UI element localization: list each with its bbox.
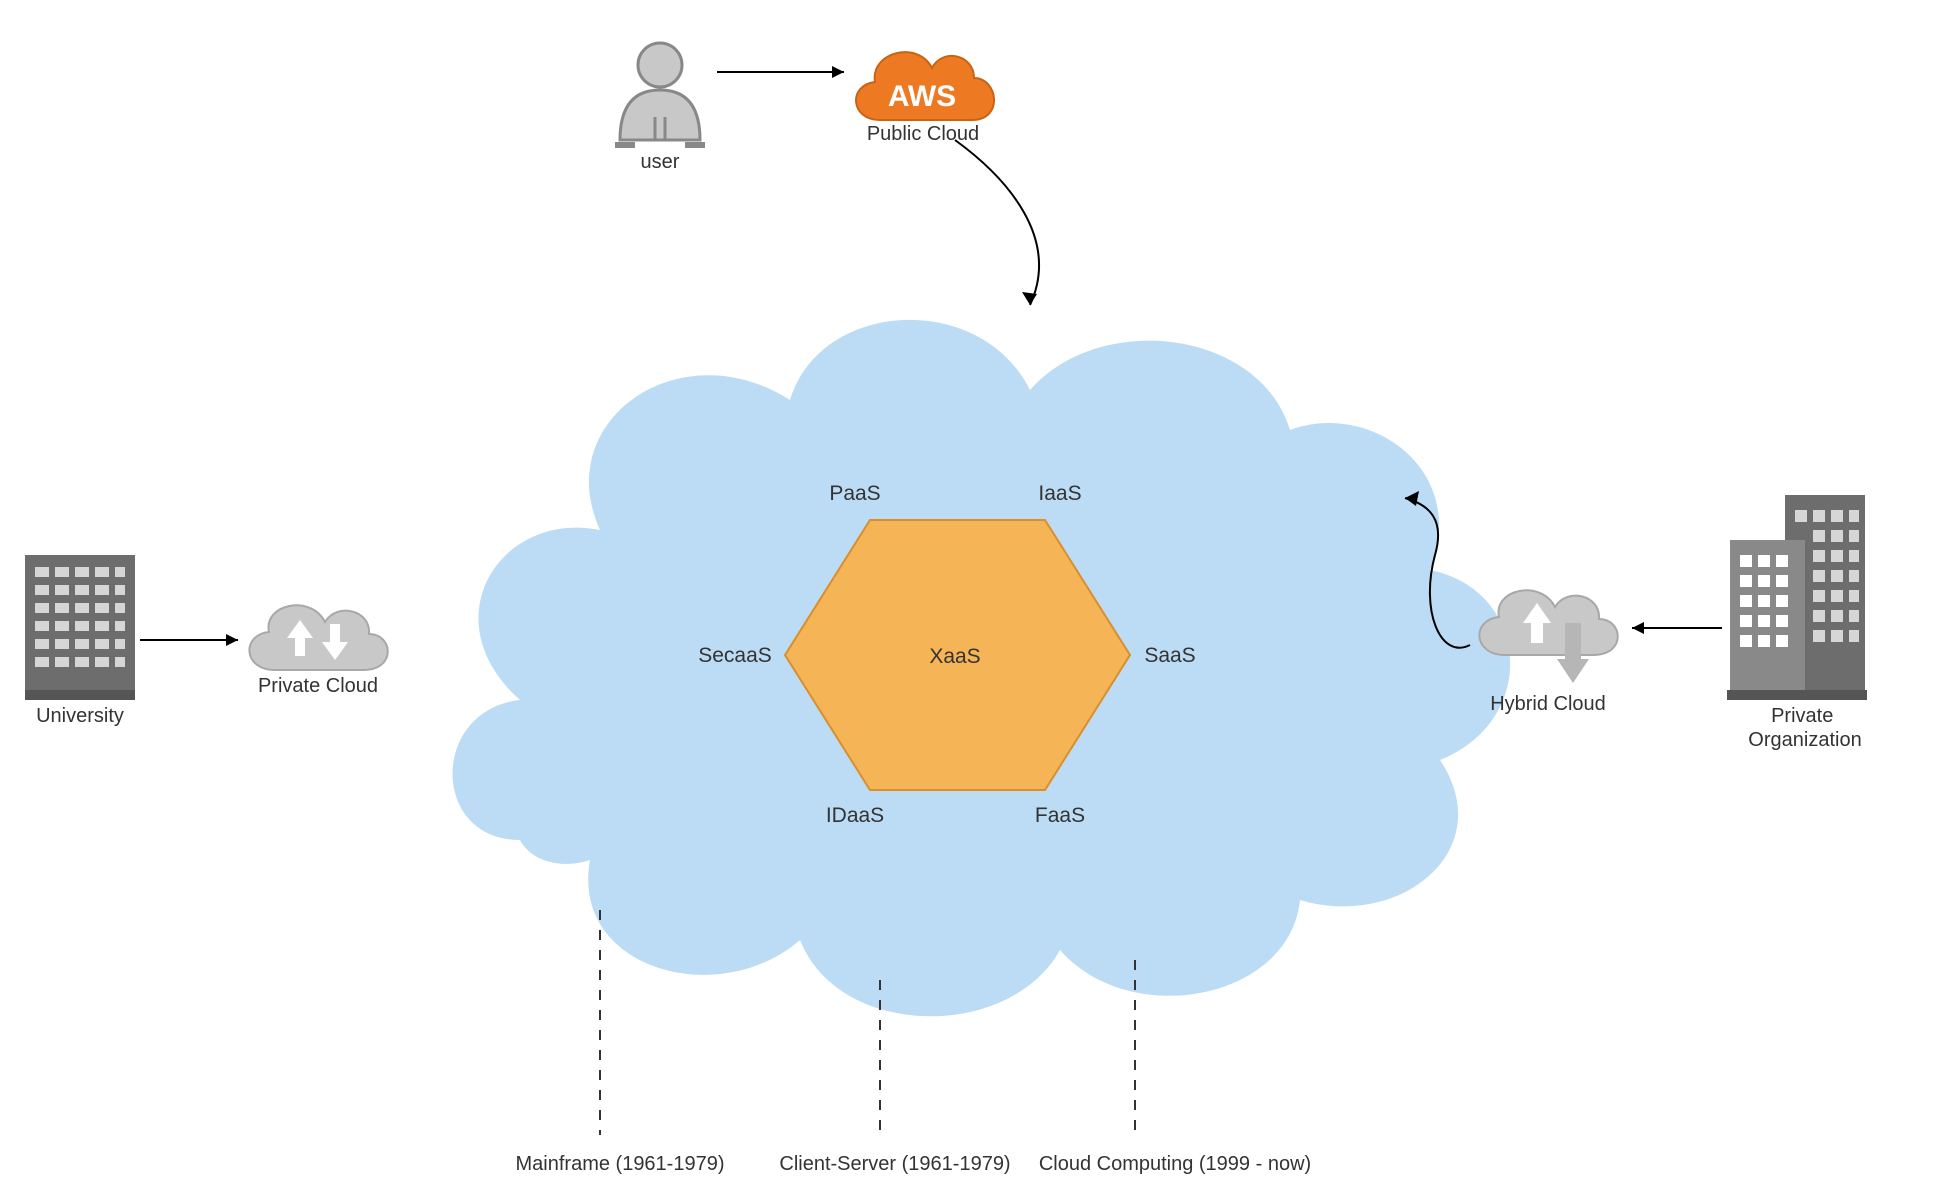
hybrid-cloud-label: Hybrid Cloud <box>1490 693 1606 715</box>
arrow-univ-to-private <box>140 634 238 646</box>
arrow-aws-to-cloud <box>955 140 1039 305</box>
service-saas: SaaS <box>1144 644 1195 667</box>
service-iaas: IaaS <box>1038 482 1081 505</box>
service-idaas: IDaaS <box>826 804 884 827</box>
user-label: user <box>641 151 680 173</box>
xaas-label: XaaS <box>929 645 980 668</box>
arrow-user-to-aws <box>717 66 844 78</box>
private-cloud-icon <box>249 605 387 670</box>
university-label: University <box>36 705 124 727</box>
aws-cloud-icon: AWS <box>856 52 994 120</box>
private-cloud-label: Private Cloud <box>258 675 378 697</box>
service-faas: FaaS <box>1035 804 1085 827</box>
service-secaas: SecaaS <box>698 644 772 667</box>
timeline-mainframe: Mainframe (1961-1979) <box>516 1153 725 1175</box>
arrow-org-to-hybrid <box>1632 622 1722 634</box>
aws-text: AWS <box>888 80 956 113</box>
timeline-cloud: Cloud Computing (1999 - now) <box>1039 1153 1311 1175</box>
user-icon <box>615 43 705 145</box>
university-icon <box>25 555 135 700</box>
service-paas: PaaS <box>829 482 880 505</box>
public-cloud-label: Public Cloud <box>867 123 979 145</box>
timeline-client-server: Client-Server (1961-1979) <box>779 1153 1010 1175</box>
private-org-label-line1: Private Organization <box>1748 705 1861 751</box>
private-org-icon <box>1727 495 1867 700</box>
